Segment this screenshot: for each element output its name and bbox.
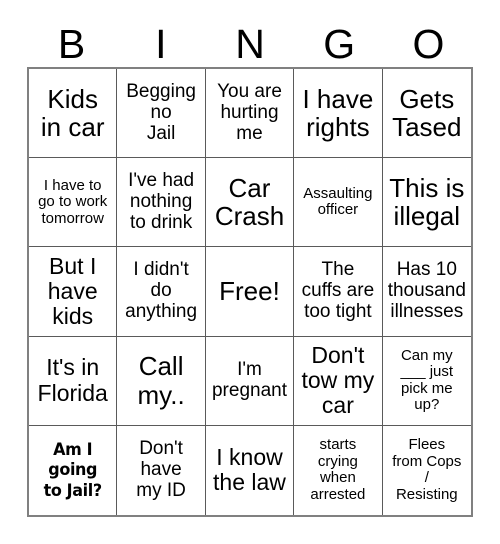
bingo-grid: Kids in car Begging no Jail You are hurtin…: [27, 67, 473, 517]
bingo-cell-label: Call my..: [137, 351, 185, 410]
bingo-cell-label: Has 10 thousand illnesses: [387, 259, 466, 322]
bingo-cell-label: I know the law: [213, 444, 286, 496]
bingo-cell-label: You are hurting me: [217, 80, 282, 144]
bingo-cell[interactable]: It's in Florida: [29, 336, 118, 426]
bingo-header-letter-i: I: [155, 21, 167, 67]
bingo-card: B I N G O Kids in car Begging no Jail You …: [0, 0, 500, 544]
bingo-header-letter-o: O: [412, 21, 445, 67]
bingo-cell[interactable]: I know the law: [205, 425, 295, 515]
bingo-header-row: B I N G O: [27, 22, 473, 67]
bingo-cell[interactable]: Flees from Cops / Resisting: [382, 425, 471, 515]
bingo-header-letter-n: N: [235, 21, 265, 67]
bingo-cell[interactable]: Car Crash: [205, 158, 295, 248]
bingo-cell-label: Begging no Jail: [126, 80, 196, 144]
bingo-cell-label: Don't have my ID: [136, 438, 186, 501]
bingo-cell-label: Am I going to Jail?: [43, 439, 103, 501]
bingo-header-letter-g: G: [323, 21, 356, 67]
bingo-cell-label: starts crying when arrested: [310, 436, 366, 503]
bingo-cell[interactable]: You are hurting me: [205, 69, 295, 159]
bingo-cell[interactable]: Don't tow my car: [294, 336, 383, 426]
bingo-cell-label: Car Crash: [214, 172, 285, 232]
bingo-cell-label: I have rights: [302, 83, 374, 143]
bingo-cell-label: Gets Tased: [392, 83, 462, 143]
bingo-cell[interactable]: This is illegal: [382, 158, 471, 248]
bingo-cell-label: The cuffs are too tight: [301, 259, 375, 322]
bingo-cell[interactable]: Assaulting officer: [294, 158, 383, 248]
bingo-cell[interactable]: Has 10 thousand illnesses: [382, 247, 471, 337]
bingo-cell-label: This is illegal: [389, 172, 465, 232]
bingo-cell[interactable]: I didn't do anything: [117, 247, 206, 337]
bingo-cell[interactable]: Call my..: [117, 336, 206, 426]
bingo-cell[interactable]: Can my ___ just pick me up?: [382, 336, 471, 426]
bingo-cell-label: Free!: [219, 276, 280, 307]
bingo-cell-label: Kids in car: [40, 83, 105, 143]
bingo-cell-label: I'm pregnant: [211, 358, 287, 401]
bingo-cell[interactable]: I have to go to work tomorrow: [29, 158, 118, 248]
bingo-cell-label: It's in Florida: [37, 354, 108, 406]
bingo-cell-label: I didn't do anything: [125, 259, 198, 322]
bingo-cell-label: Can my ___ just pick me up?: [400, 346, 454, 414]
bingo-cell-label: Don't tow my car: [301, 341, 375, 419]
bingo-cell[interactable]: Kids in car: [29, 69, 118, 159]
bingo-cell[interactable]: I'm pregnant: [205, 336, 295, 426]
bingo-cell[interactable]: But I have kids: [29, 247, 118, 337]
bingo-cell-label: I've had nothing to drink: [128, 169, 195, 233]
bingo-cell[interactable]: Gets Tased: [382, 69, 471, 159]
bingo-cell[interactable]: Am I going to Jail?: [29, 425, 118, 515]
bingo-cell-label: Flees from Cops / Resisting: [392, 436, 462, 503]
bingo-cell[interactable]: I've had nothing to drink: [117, 158, 206, 248]
bingo-cell[interactable]: I have rights: [294, 69, 383, 159]
bingo-cell[interactable]: Don't have my ID: [117, 425, 206, 515]
bingo-cell-free[interactable]: Free!: [205, 247, 295, 337]
bingo-cell[interactable]: starts crying when arrested: [294, 425, 383, 515]
bingo-cell-label: Assaulting officer: [303, 184, 373, 219]
bingo-cell[interactable]: The cuffs are too tight: [294, 247, 383, 337]
bingo-cell-label: But I have kids: [47, 252, 98, 330]
bingo-cell-label: I have to go to work tomorrow: [38, 176, 108, 227]
bingo-cell[interactable]: Begging no Jail: [117, 69, 206, 159]
bingo-header-letter-b: B: [57, 21, 86, 67]
